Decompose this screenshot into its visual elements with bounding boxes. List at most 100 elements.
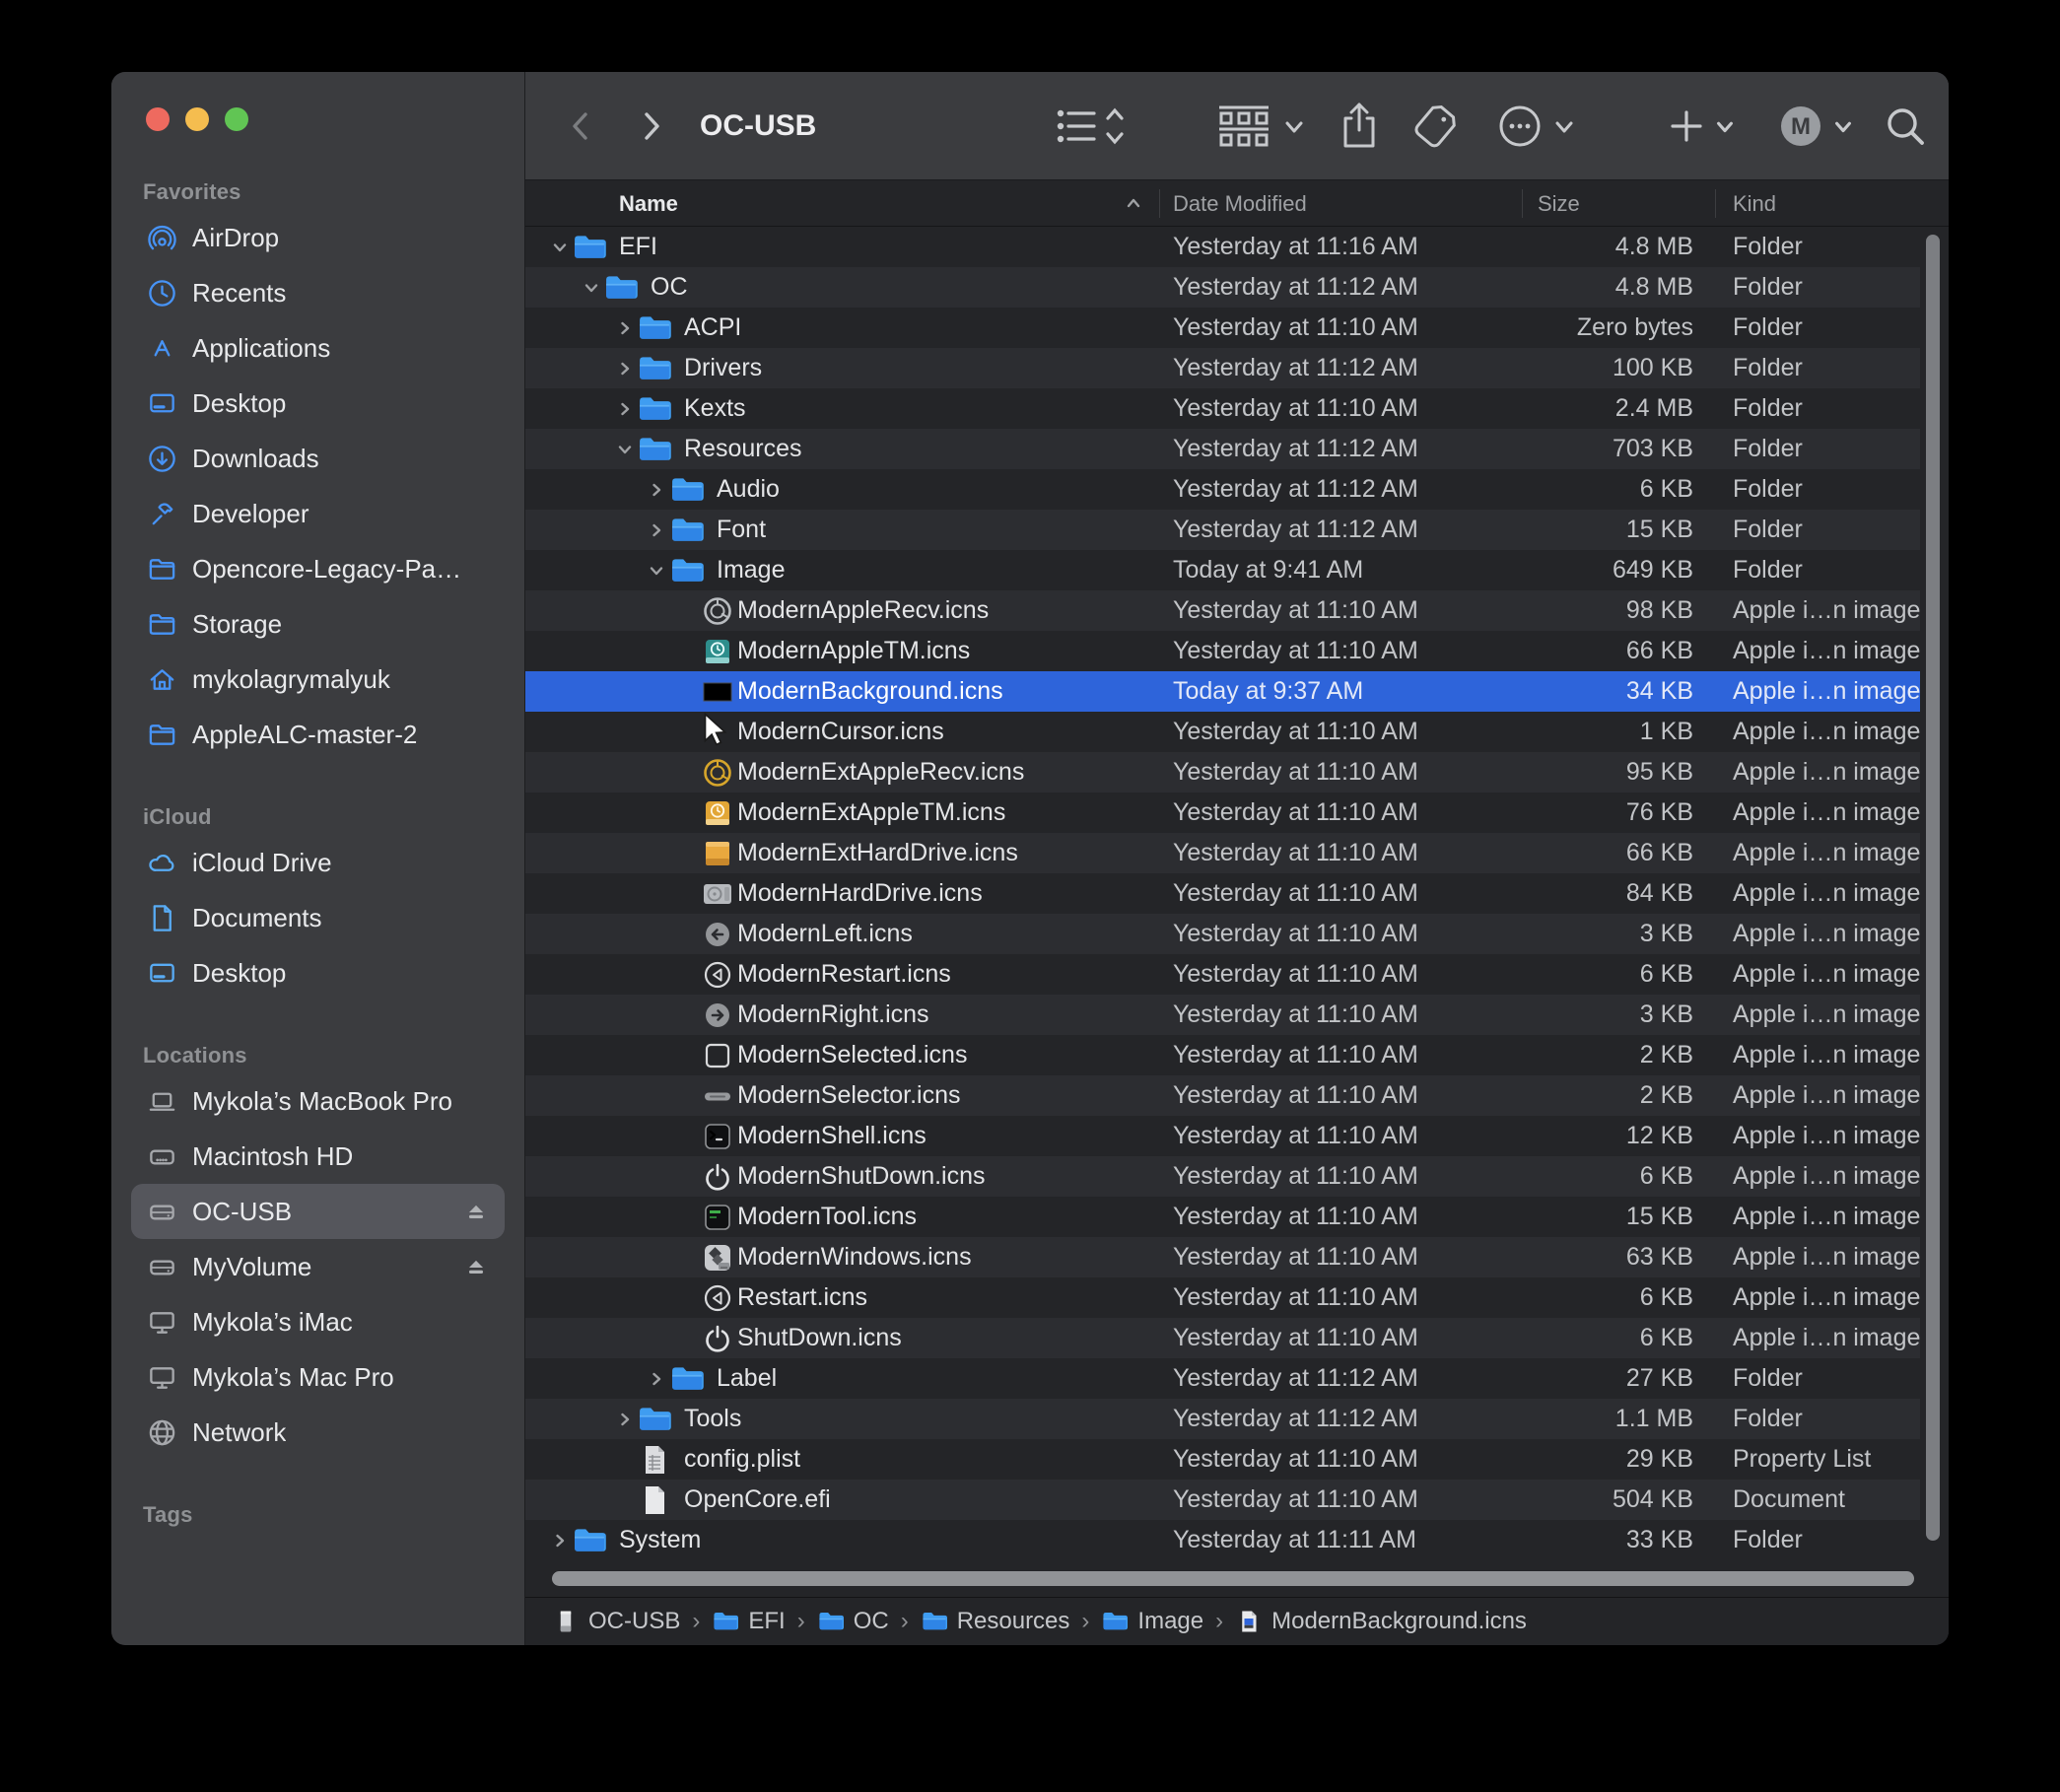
file-row-opencore-efi[interactable]: OpenCore.efiYesterday at 11:10 AM504 KBD… xyxy=(525,1480,1920,1520)
file-row-oc[interactable]: OCYesterday at 11:12 AM4.8 MBFolder xyxy=(525,267,1920,308)
sidebar-item-desktop[interactable]: Desktop xyxy=(131,376,505,431)
file-row-modernextappletm-icns[interactable]: ModernExtAppleTM.icnsYesterday at 11:10 … xyxy=(525,793,1920,833)
vertical-scrollbar[interactable] xyxy=(1926,235,1940,1541)
zoom-button[interactable] xyxy=(225,107,248,131)
share-icon[interactable] xyxy=(1338,72,1381,180)
file-row-modernrestart-icns[interactable]: ModernRestart.icnsYesterday at 11:10 AM6… xyxy=(525,954,1920,995)
file-row-modernwindows-icns[interactable]: ModernWindows.icnsYesterday at 11:10 AM6… xyxy=(525,1237,1920,1277)
file-row-modernselected-icns[interactable]: ModernSelected.icnsYesterday at 11:10 AM… xyxy=(525,1035,1920,1075)
column-header-size[interactable]: Size xyxy=(1538,180,1580,227)
breadcrumb-item-modernbackground-icns[interactable]: ModernBackground.icns xyxy=(1235,1608,1527,1635)
breadcrumb-item-resources[interactable]: Resources xyxy=(921,1608,1070,1635)
folder-icon xyxy=(670,473,704,507)
file-row-tools[interactable]: ToolsYesterday at 11:12 AM1.1 MBFolder xyxy=(525,1399,1920,1439)
column-header-date[interactable]: Date Modified xyxy=(1173,180,1307,227)
breadcrumb-item-oc[interactable]: OC xyxy=(817,1608,889,1635)
file-row-acpi[interactable]: ACPIYesterday at 11:10 AMZero bytesFolde… xyxy=(525,308,1920,348)
column-divider[interactable] xyxy=(1522,189,1523,218)
file-row-modernappletm-icns[interactable]: ModernAppleTM.icnsYesterday at 11:10 AM6… xyxy=(525,631,1920,671)
breadcrumb-item-efi[interactable]: EFI xyxy=(712,1608,785,1635)
sidebar-item-mykola-s-macbook-pro[interactable]: Mykola’s MacBook Pro xyxy=(131,1073,505,1129)
sidebar-item-mykola-s-imac[interactable]: Mykola’s iMac xyxy=(131,1294,505,1349)
group-button[interactable] xyxy=(1215,72,1306,180)
sidebar-item-macintosh-hd[interactable]: Macintosh HD xyxy=(131,1129,505,1184)
horizontal-scrollbar[interactable] xyxy=(552,1571,1914,1586)
file-row-modernright-icns[interactable]: ModernRight.icnsYesterday at 11:10 AM3 K… xyxy=(525,995,1920,1035)
sidebar-item-applealc-master-2[interactable]: AppleALC-master-2 xyxy=(131,707,505,762)
sidebar-item-oc-usb[interactable]: OC-USB xyxy=(131,1184,505,1239)
sidebar-item-network[interactable]: Network xyxy=(131,1405,505,1460)
file-row-modernextharddrive-icns[interactable]: ModernExtHardDrive.icnsYesterday at 11:1… xyxy=(525,833,1920,873)
file-row-moderntool-icns[interactable]: ModernTool.icnsYesterday at 11:10 AM15 K… xyxy=(525,1197,1920,1237)
add-button[interactable] xyxy=(1669,72,1736,180)
disclosure-closed-icon[interactable] xyxy=(649,522,664,538)
file-row-kexts[interactable]: KextsYesterday at 11:10 AM2.4 MBFolder xyxy=(525,388,1920,429)
file-row-modernharddrive-icns[interactable]: ModernHardDrive.icnsYesterday at 11:10 A… xyxy=(525,873,1920,914)
file-row-image[interactable]: ImageToday at 9:41 AM649 KBFolder xyxy=(525,550,1920,590)
breadcrumb-item-image[interactable]: Image xyxy=(1101,1608,1203,1635)
forward-button[interactable] xyxy=(636,72,665,180)
sidebar-item-storage[interactable]: Storage xyxy=(131,596,505,652)
sidebar-item-opencore-legacy-pat-[interactable]: Opencore-Legacy-Pat… xyxy=(131,541,505,596)
eject-icon[interactable] xyxy=(461,1252,491,1281)
minimize-button[interactable] xyxy=(185,107,209,131)
file-row-modernbackground-icns[interactable]: ModernBackground.icnsToday at 9:37 AM34 … xyxy=(525,671,1920,712)
account-avatar[interactable]: M xyxy=(1779,72,1854,180)
file-row-modernshutdown-icns[interactable]: ModernShutDown.icnsYesterday at 11:10 AM… xyxy=(525,1156,1920,1197)
view-options-button[interactable] xyxy=(1055,72,1130,180)
search-icon[interactable] xyxy=(1884,72,1927,180)
sidebar-item-myvolume[interactable]: MyVolume xyxy=(131,1239,505,1294)
column-divider[interactable] xyxy=(1715,189,1716,218)
sidebar-item-airdrop[interactable]: AirDrop xyxy=(131,210,505,265)
display-icon xyxy=(143,1360,180,1394)
close-button[interactable] xyxy=(146,107,170,131)
disclosure-closed-icon[interactable] xyxy=(649,1371,664,1387)
more-actions-button[interactable] xyxy=(1497,72,1576,180)
column-header-kind[interactable]: Kind xyxy=(1733,180,1776,227)
sidebar-item-recents[interactable]: Recents xyxy=(131,265,505,320)
sidebar-item-applications[interactable]: Applications xyxy=(131,320,505,376)
file-row-modernleft-icns[interactable]: ModernLeft.icnsYesterday at 11:10 AM3 KB… xyxy=(525,914,1920,954)
file-row-moderncursor-icns[interactable]: ModernCursor.icnsYesterday at 11:10 AM1 … xyxy=(525,712,1920,752)
disclosure-closed-icon[interactable] xyxy=(617,361,633,377)
eject-icon[interactable] xyxy=(461,1197,491,1226)
file-row-shutdown-icns[interactable]: ShutDown.icnsYesterday at 11:10 AM6 KBAp… xyxy=(525,1318,1920,1358)
disclosure-closed-icon[interactable] xyxy=(617,1412,633,1427)
sidebar-item-desktop[interactable]: Desktop xyxy=(131,945,505,1000)
column-divider[interactable] xyxy=(1159,189,1160,218)
sidebar-item-developer[interactable]: Developer xyxy=(131,486,505,541)
file-row-modernselector-icns[interactable]: ModernSelector.icnsYesterday at 11:10 AM… xyxy=(525,1075,1920,1116)
file-name: ModernTool.icns xyxy=(737,1197,917,1237)
disclosure-open-icon[interactable] xyxy=(649,563,664,579)
file-row-system[interactable]: SystemYesterday at 11:11 AM33 KBFolder xyxy=(525,1520,1920,1560)
sidebar-item-mykola-s-mac-pro[interactable]: Mykola’s Mac Pro xyxy=(131,1349,505,1405)
sidebar-item-documents[interactable]: Documents xyxy=(131,890,505,945)
sidebar-item-mykolagrymalyuk[interactable]: mykolagrymalyuk xyxy=(131,652,505,707)
disclosure-open-icon[interactable] xyxy=(584,280,599,296)
sidebar-item-downloads[interactable]: Downloads xyxy=(131,431,505,486)
file-row-resources[interactable]: ResourcesYesterday at 11:12 AM703 KBFold… xyxy=(525,429,1920,469)
disclosure-closed-icon[interactable] xyxy=(552,1533,568,1549)
file-row-restart-icns[interactable]: Restart.icnsYesterday at 11:10 AM6 KBApp… xyxy=(525,1277,1920,1318)
disclosure-closed-icon[interactable] xyxy=(617,320,633,336)
file-icon xyxy=(701,796,734,830)
file-row-modernshell-icns[interactable]: ModernShell.icnsYesterday at 11:10 AM12 … xyxy=(525,1116,1920,1156)
breadcrumb-item-oc-usb[interactable]: OC-USB xyxy=(552,1608,680,1635)
file-icon xyxy=(701,635,734,668)
disclosure-open-icon[interactable] xyxy=(552,240,568,255)
disclosure-closed-icon[interactable] xyxy=(617,401,633,417)
file-row-drivers[interactable]: DriversYesterday at 11:12 AM100 KBFolder xyxy=(525,348,1920,388)
disclosure-closed-icon[interactable] xyxy=(649,482,664,498)
column-header-name[interactable]: Name xyxy=(619,180,678,227)
tag-icon[interactable] xyxy=(1414,72,1462,180)
sidebar-item-icloud-drive[interactable]: iCloud Drive xyxy=(131,835,505,890)
file-row-efi[interactable]: EFIYesterday at 11:16 AM4.8 MBFolder xyxy=(525,227,1920,267)
disclosure-open-icon[interactable] xyxy=(617,442,633,457)
file-row-audio[interactable]: AudioYesterday at 11:12 AM6 KBFolder xyxy=(525,469,1920,510)
file-row-config-plist[interactable]: config.plistYesterday at 11:10 AM29 KBPr… xyxy=(525,1439,1920,1480)
file-row-modernextapplerecv-icns[interactable]: ModernExtAppleRecv.icnsYesterday at 11:1… xyxy=(525,752,1920,793)
file-row-modernapplerecv-icns[interactable]: ModernAppleRecv.icnsYesterday at 11:10 A… xyxy=(525,590,1920,631)
file-row-label[interactable]: LabelYesterday at 11:12 AM27 KBFolder xyxy=(525,1358,1920,1399)
file-row-font[interactable]: FontYesterday at 11:12 AM15 KBFolder xyxy=(525,510,1920,550)
back-button[interactable] xyxy=(567,72,596,180)
